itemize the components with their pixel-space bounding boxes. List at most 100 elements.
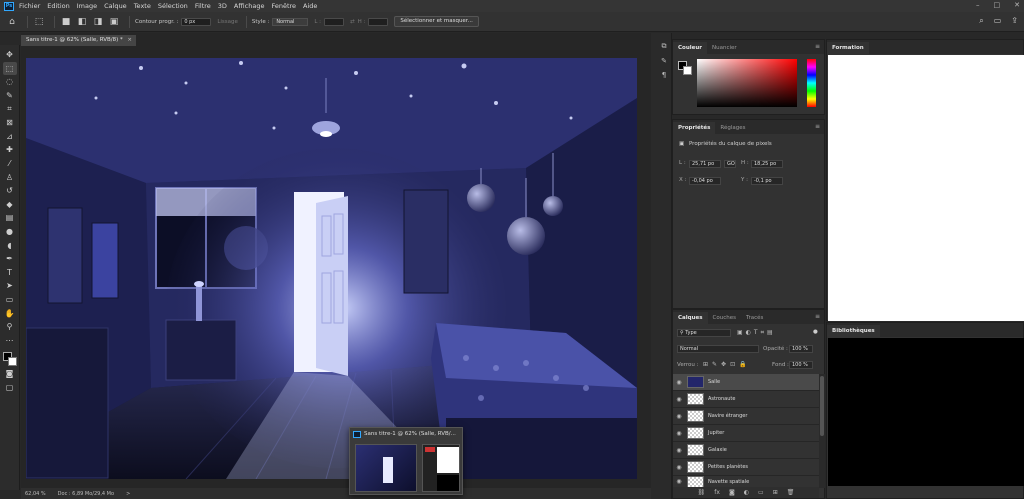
menu-image[interactable]: Image <box>77 2 97 10</box>
delete-layer-icon[interactable]: 🗑 <box>787 489 795 496</box>
height-input[interactable] <box>368 17 389 26</box>
eye-icon[interactable]: ◉ <box>673 379 685 386</box>
frame-tool-icon[interactable]: ⊠ <box>3 116 17 130</box>
share-icon[interactable]: ⇪ <box>1011 16 1018 26</box>
color-bg-swatch[interactable] <box>683 66 692 75</box>
lasso-tool-icon[interactable]: ◌ <box>3 75 17 89</box>
document-tab[interactable]: Sans titre-1 @ 62% (Salle, RVB/8) * × <box>21 35 136 46</box>
gradient-tool-icon[interactable]: ▤ <box>3 211 17 225</box>
dodge-tool-icon[interactable]: ◖ <box>3 238 17 252</box>
workspace-icon[interactable]: ▭ <box>994 16 1002 26</box>
swap-icon[interactable]: ⇄ <box>350 19 355 25</box>
menu-edition[interactable]: Edition <box>47 2 70 10</box>
hand-tool-icon[interactable]: ✋ <box>3 306 17 320</box>
layer-row-salle[interactable]: ◉ Salle <box>673 374 819 391</box>
w-input[interactable]: 25,71 po <box>689 160 721 168</box>
eye-icon[interactable]: ◉ <box>673 396 685 403</box>
tab-reglages[interactable]: Réglages <box>715 122 750 134</box>
tab-bibliotheques[interactable]: Bibliothèques <box>827 325 880 337</box>
new-group-icon[interactable]: ▭ <box>758 489 764 496</box>
tab-nuancier[interactable]: Nuancier <box>707 42 742 54</box>
color-picker-field[interactable] <box>697 59 797 107</box>
link-dimensions-icon[interactable]: GO <box>724 160 736 168</box>
close-tab-icon[interactable]: × <box>127 35 132 46</box>
type-tool-icon[interactable]: T <box>3 266 17 280</box>
panel-menu-icon[interactable]: ≡ <box>815 123 820 130</box>
history-panel-icon[interactable]: ⧉ <box>662 42 667 51</box>
blur-tool-icon[interactable]: ● <box>3 225 17 239</box>
rectangle-tool-icon[interactable]: ▭ <box>3 293 17 307</box>
background-color-swatch[interactable] <box>7 357 17 367</box>
pen-tool-icon[interactable]: ✒ <box>3 252 17 266</box>
close-window-icon[interactable]: ✕ <box>1014 1 1020 9</box>
hue-slider[interactable] <box>807 59 816 107</box>
clone-stamp-tool-icon[interactable]: ♙ <box>3 170 17 184</box>
eyedropper-tool-icon[interactable]: ⊿ <box>3 130 17 144</box>
crop-tool-icon[interactable]: ⌗ <box>3 102 17 116</box>
more-tools-icon[interactable]: ⋯ <box>3 333 17 347</box>
menu-affichage[interactable]: Affichage <box>234 2 265 10</box>
style-select[interactable]: Normal <box>272 17 309 26</box>
layer-row-petites-planetes[interactable]: ◉ Petites planètes <box>673 459 819 476</box>
menu-filtre[interactable]: Filtre <box>195 2 211 10</box>
h-input[interactable]: 18,25 po <box>751 160 783 168</box>
tab-calques[interactable]: Calques <box>673 312 708 324</box>
eye-icon[interactable]: ◉ <box>673 447 685 454</box>
opacity-input[interactable]: 100 % <box>789 345 813 353</box>
eraser-tool-icon[interactable]: ◆ <box>3 198 17 212</box>
new-selection-icon[interactable]: ■ <box>60 16 72 28</box>
path-select-tool-icon[interactable]: ➤ <box>3 279 17 293</box>
quick-mask-icon[interactable]: ◙ <box>3 367 17 381</box>
brushes-panel-icon[interactable]: ✎ <box>661 57 667 65</box>
fill-input[interactable]: 100 % <box>789 361 813 369</box>
menu-selection[interactable]: Sélection <box>158 2 188 10</box>
marquee-tool-preset-icon[interactable]: ⬚ <box>33 16 45 28</box>
zoom-tool-icon[interactable]: ⚲ <box>3 320 17 334</box>
eye-icon[interactable]: ◉ <box>673 478 685 485</box>
menu-fenetre[interactable]: Fenêtre <box>271 2 296 10</box>
link-layers-icon[interactable]: ⛓ <box>698 489 706 496</box>
select-and-mask-button[interactable]: Sélectionner et masquer... <box>394 16 479 27</box>
blend-mode-select[interactable]: Normal <box>677 345 759 353</box>
y-input[interactable]: -0,1 po <box>751 177 783 185</box>
search-icon[interactable]: ⌕ <box>979 16 983 26</box>
healing-brush-tool-icon[interactable]: ✚ <box>3 143 17 157</box>
new-layer-icon[interactable]: ⊞ <box>773 489 778 496</box>
tab-traces[interactable]: Tracés <box>741 312 768 324</box>
document-canvas-image[interactable] <box>26 58 637 479</box>
subtract-selection-icon[interactable]: ◨ <box>92 16 104 28</box>
menu-calque[interactable]: Calque <box>104 2 127 10</box>
layer-style-icon[interactable]: fx <box>714 489 720 496</box>
menu-3d[interactable]: 3D <box>218 2 227 10</box>
maximize-icon[interactable]: □ <box>994 1 1001 9</box>
panel-menu-icon[interactable]: ≡ <box>815 313 820 320</box>
eye-icon[interactable]: ◉ <box>673 430 685 437</box>
layer-row-galaxie[interactable]: ◉ Galaxie <box>673 442 819 459</box>
zoom-level[interactable]: 62,04 % <box>25 491 46 497</box>
eye-icon[interactable]: ◉ <box>673 413 685 420</box>
eye-icon[interactable]: ◉ <box>673 464 685 471</box>
menu-fichier[interactable]: Fichier <box>19 2 40 10</box>
feather-input[interactable]: 0 px <box>181 17 212 26</box>
filter-toggle-icon[interactable]: ● <box>813 329 818 335</box>
x-input[interactable]: -0,04 po <box>689 177 721 185</box>
brush-tool-icon[interactable]: ⁄ <box>3 157 17 171</box>
layer-row-astronaute[interactable]: ◉ Astronaute <box>673 391 819 408</box>
layer-row-navire[interactable]: ◉ Navire étranger <box>673 408 819 425</box>
tab-couches[interactable]: Couches <box>708 312 741 324</box>
layer-filter-icons[interactable]: ▣◐T⌗▤ <box>737 329 776 337</box>
lock-icons[interactable]: ⊞✎✥⊡🔒 <box>703 361 751 368</box>
antialias-checkbox[interactable]: Lissage <box>217 19 238 25</box>
status-more-icon[interactable]: > <box>126 491 130 497</box>
tab-formation[interactable]: Formation <box>827 42 869 54</box>
adjustment-layer-icon[interactable]: ◐ <box>744 489 749 496</box>
move-tool-icon[interactable]: ✥ <box>3 48 17 62</box>
menu-aide[interactable]: Aide <box>303 2 317 10</box>
home-icon[interactable]: ⌂ <box>6 16 18 28</box>
minimize-icon[interactable]: – <box>976 1 980 9</box>
tab-couleur[interactable]: Couleur <box>673 42 707 54</box>
layers-scrollbar[interactable] <box>819 374 825 488</box>
document-thumbnail-popup[interactable]: Sans titre-1 @ 62% (Salle, RVB/... <box>349 427 463 495</box>
tab-proprietes[interactable]: Propriétés <box>673 122 716 134</box>
width-input[interactable] <box>323 17 344 26</box>
